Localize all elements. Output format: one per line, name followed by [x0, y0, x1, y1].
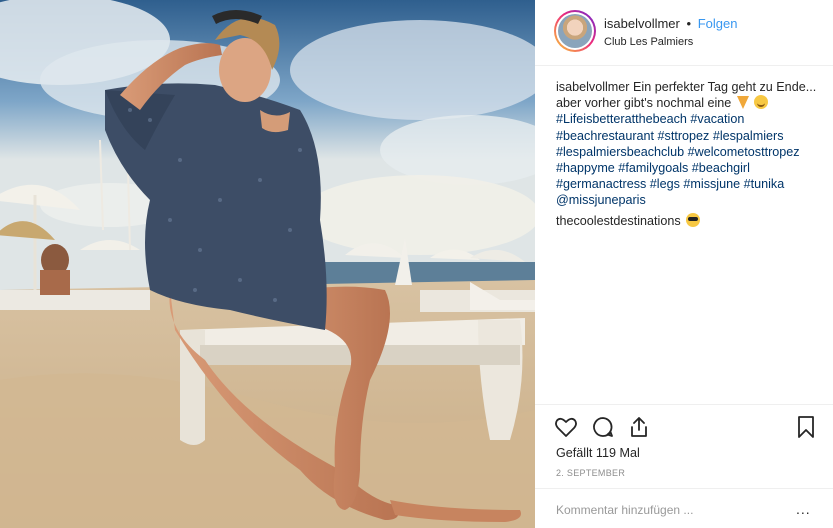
separator-dot: • [686, 16, 692, 31]
beach-scene-image [0, 0, 535, 528]
comment-bar: ... [535, 488, 833, 528]
bookmark-icon[interactable] [794, 415, 818, 439]
more-options-icon[interactable]: ... [796, 501, 811, 517]
share-icon[interactable] [627, 415, 651, 439]
heart-icon[interactable] [554, 415, 578, 439]
pizza-emoji-icon [736, 96, 749, 110]
comment-author-link[interactable]: thecoolestdestinations [556, 214, 681, 228]
comment-input[interactable] [556, 503, 756, 517]
sunglasses-face-emoji-icon [686, 213, 701, 227]
avatar[interactable] [554, 10, 596, 52]
comment-bubble-icon[interactable] [591, 415, 615, 439]
post-date[interactable]: 2. SEPTEMBER [556, 468, 625, 478]
avatar-image [558, 14, 592, 48]
header-user-line: isabelvollmer • Folgen [604, 16, 737, 31]
avatar-ring [556, 12, 594, 50]
caption-author-link[interactable]: isabelvollmer [556, 80, 630, 94]
smiling-face-emoji-icon [754, 95, 769, 110]
post-caption: isabelvollmer Ein perfekter Tag geht zu … [556, 79, 824, 209]
comment-item: thecoolestdestinations [556, 213, 701, 228]
post-header: isabelvollmer • Folgen Club Les Palmiers [535, 0, 833, 66]
follow-button[interactable]: Folgen [698, 16, 738, 31]
post-side-panel: isabelvollmer • Folgen Club Les Palmiers… [535, 0, 833, 528]
caption-mention-link[interactable]: @missjuneparis [556, 193, 646, 207]
action-bar [535, 404, 833, 444]
post-photo[interactable] [0, 0, 535, 528]
username-link[interactable]: isabelvollmer [604, 16, 680, 31]
likes-count[interactable]: Gefällt 119 Mal [556, 446, 640, 460]
caption-hashtags[interactable]: #Lifeisbetteratthebeach #vacation #beach… [556, 112, 800, 191]
location-link[interactable]: Club Les Palmiers [604, 36, 693, 48]
